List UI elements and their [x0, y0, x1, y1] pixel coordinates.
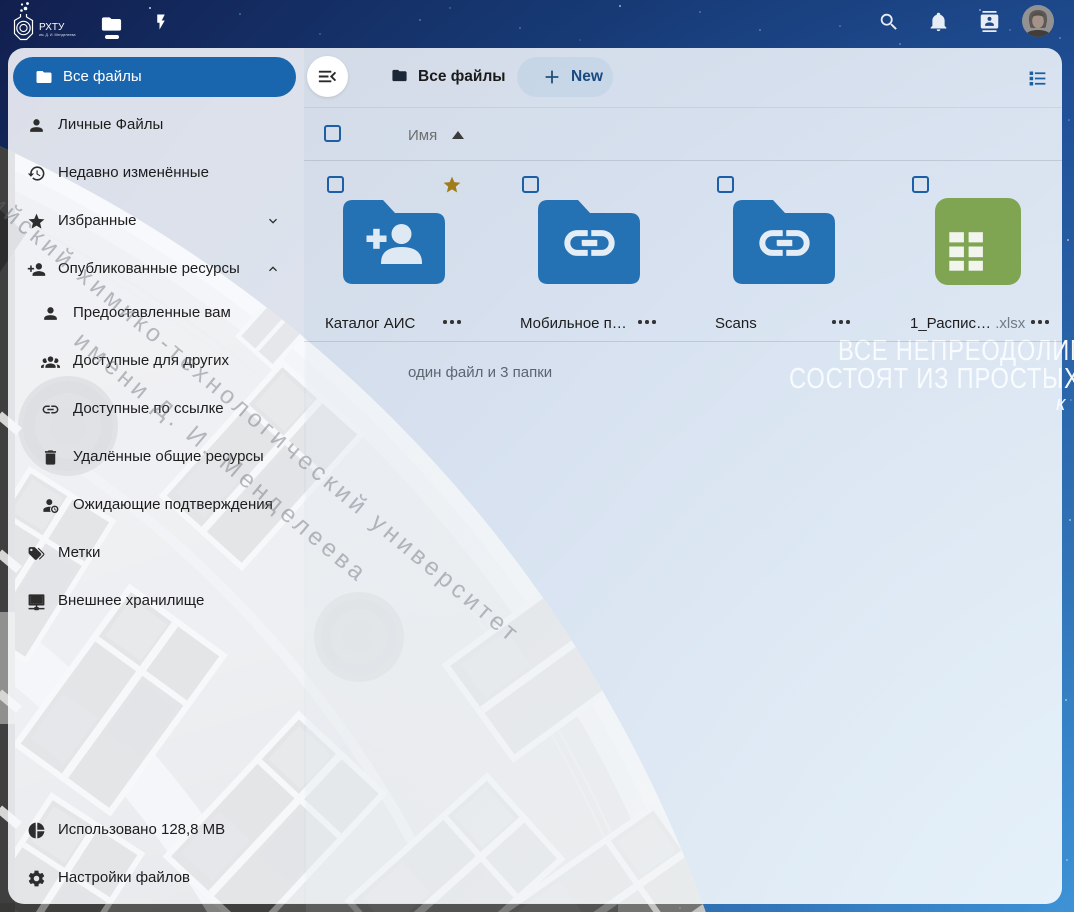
svg-text:РХТУ: РХТУ	[39, 22, 65, 33]
svg-text:им. Д. И. Менделеева: им. Д. И. Менделеева	[39, 33, 75, 37]
